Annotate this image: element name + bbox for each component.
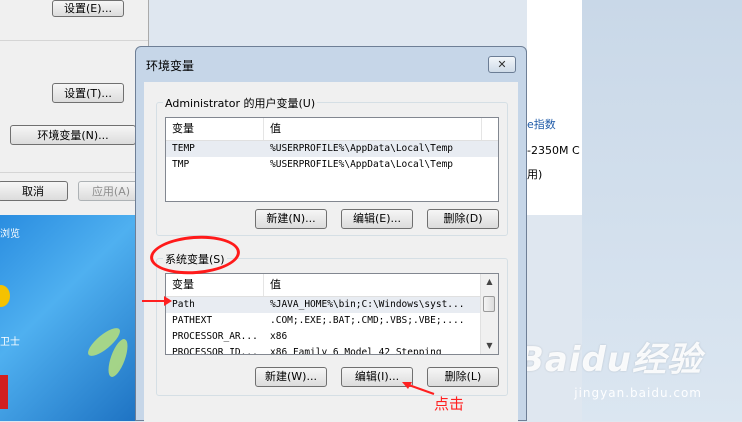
settings-button-performance[interactable]: 设置(E)... [52, 0, 124, 17]
variable-value: %USERPROFILE%\AppData\Local\Temp [270, 143, 454, 154]
scroll-down-icon[interactable]: ▼ [481, 338, 498, 354]
variable-value: %JAVA_HOME%\bin;C:\Windows\syst... [270, 299, 465, 310]
environment-variables-button[interactable]: 环境变量(N)... [10, 125, 136, 145]
divider [0, 40, 148, 41]
variable-value: %USERPROFILE%\AppData\Local\Temp [270, 159, 454, 170]
watermark-url: jingyan.baidu.com [574, 386, 702, 400]
list-item[interactable]: TMP %USERPROFILE%\AppData\Local\Temp [166, 157, 498, 173]
close-icon: ✕ [497, 58, 507, 71]
column-header-value[interactable]: 值 [264, 274, 482, 296]
dialog-title: 环境变量 [146, 59, 195, 73]
variable-name: TEMP [172, 143, 195, 154]
variable-name: PATHEXT [172, 315, 213, 326]
list-item[interactable]: PROCESSOR_AR... x86 [166, 329, 498, 345]
list-item[interactable]: PATHEXT .COM;.EXE;.BAT;.CMD;.VBS;.VBE;..… [166, 313, 498, 329]
system-list-scrollbar[interactable]: ▲ ▼ [480, 274, 498, 354]
desktop-icon [0, 285, 10, 307]
scroll-up-icon[interactable]: ▲ [481, 274, 498, 290]
variable-name: PROCESSOR_ID... [172, 347, 258, 355]
desktop-icon-label: 浏览 [0, 229, 20, 240]
list-item[interactable]: Path %JAVA_HOME%\bin;C:\Windows\syst... [166, 297, 498, 313]
cancel-button[interactable]: 取消 [0, 181, 68, 201]
user-variables-list[interactable]: 变量 值 TEMP %USERPROFILE%\AppData\Local\Te… [165, 117, 499, 202]
system-variables-group: 系统变量(S) 变量 值 Path %JAVA_HOME%\bin;C:\Win… [156, 251, 508, 396]
user-variables-group: Administrator 的用户变量(U) 变量 值 TEMP %USERPR… [156, 95, 508, 236]
watermark-logo: Baidu经验 [517, 340, 702, 380]
click-annotation: 点击 [434, 395, 465, 413]
system-type-text: 用) [527, 168, 543, 181]
background-settings-window: 设置(E)... 设置(T)... 环境变量(N)... 取消 应用(A) [0, 0, 149, 215]
list-item[interactable]: TEMP %USERPROFILE%\AppData\Local\Temp [166, 141, 498, 157]
user-delete-button[interactable]: 删除(D) [427, 209, 499, 229]
desktop-icon [0, 375, 8, 409]
list-header: 变量 值 [166, 118, 498, 141]
variable-name: TMP [172, 159, 190, 170]
variable-value: x86 Family 6 Model 42 Stepping [270, 347, 442, 355]
desktop-icon-label: 卫士 [0, 337, 20, 348]
close-button[interactable]: ✕ [488, 56, 516, 73]
desktop-background: 浏览 卫士 [0, 215, 148, 421]
system-new-button[interactable]: 新建(W)... [255, 367, 327, 387]
scroll-thumb[interactable] [483, 296, 495, 312]
column-header-name[interactable]: 变量 [166, 274, 264, 296]
variable-name: Path [172, 299, 195, 310]
cpu-info-text: -2350M C [527, 144, 580, 157]
column-header-value[interactable]: 值 [264, 118, 482, 140]
system-variables-list[interactable]: 变量 值 Path %JAVA_HOME%\bin;C:\Windows\sys… [165, 273, 499, 355]
user-variables-label: Administrator 的用户变量(U) [163, 95, 318, 111]
experience-index-link[interactable]: e指数 [527, 116, 556, 132]
arrow-icon [142, 296, 172, 306]
variable-name: PROCESSOR_AR... [172, 331, 258, 342]
divider [0, 172, 148, 173]
user-edit-button[interactable]: 编辑(E)... [341, 209, 413, 229]
list-item[interactable]: PROCESSOR_ID... x86 Family 6 Model 42 St… [166, 345, 498, 355]
environment-variables-dialog: 环境变量 ✕ Administrator 的用户变量(U) 变量 值 TEMP … [135, 46, 527, 422]
list-header: 变量 值 [166, 274, 498, 297]
dialog-titlebar[interactable]: 环境变量 ✕ [136, 47, 526, 77]
background-system-window: e指数 -2350M C 用) [527, 0, 582, 215]
arrow-icon [402, 382, 435, 395]
variable-value: .COM;.EXE;.BAT;.CMD;.VBS;.VBE;.... [270, 315, 465, 326]
user-new-button[interactable]: 新建(N)... [255, 209, 327, 229]
column-header-name[interactable]: 变量 [166, 118, 264, 140]
variable-value: x86 [270, 331, 288, 342]
settings-button-startup[interactable]: 设置(T)... [52, 83, 124, 103]
